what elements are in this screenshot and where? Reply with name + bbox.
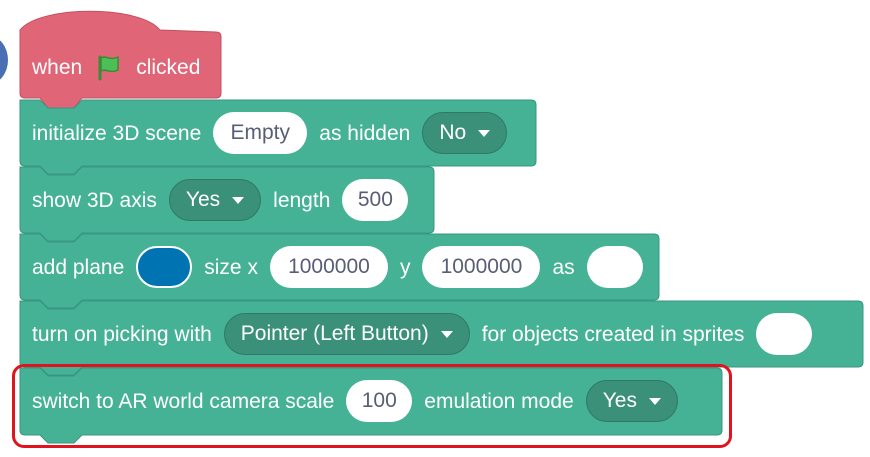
size-x-label: size x	[204, 255, 258, 279]
clicked-label: clicked	[136, 55, 201, 79]
initialize-3d-scene-block[interactable]: initialize 3D scene Empty as hidden No	[32, 112, 519, 154]
init-label: initialize 3D scene	[32, 121, 202, 145]
show-3d-axis-block[interactable]: show 3D axis Yes length 500	[32, 179, 420, 221]
picking-dropdown[interactable]: Pointer (Left Button)	[223, 313, 470, 355]
chevron-down-icon	[478, 129, 491, 137]
y-label: y	[399, 255, 411, 279]
size-x-input[interactable]: 1000000	[269, 246, 388, 288]
as-label: as	[552, 255, 575, 279]
plane-name-input[interactable]	[586, 246, 643, 288]
add-plane-block[interactable]: add plane size x 1000000 y 1000000 as	[32, 246, 655, 288]
axis-label: show 3D axis	[32, 188, 157, 212]
picking-label: turn on picking with	[32, 322, 212, 346]
turn-on-picking-block[interactable]: turn on picking with Pointer (Left Butto…	[32, 313, 824, 355]
hidden-dropdown-value: No	[439, 121, 467, 144]
plane-color-picker[interactable]	[136, 246, 193, 288]
scene-input[interactable]: Empty	[213, 112, 308, 154]
axis-dropdown[interactable]: Yes	[168, 179, 262, 221]
when-label: when	[32, 55, 83, 79]
picking-dropdown-value: Pointer (Left Button)	[240, 322, 429, 345]
highlight-box	[12, 364, 732, 448]
axis-dropdown-value: Yes	[185, 188, 221, 211]
green-flag-icon	[94, 52, 124, 82]
chevron-down-icon	[232, 196, 245, 204]
picking-suffix-label: for objects created in sprites	[481, 322, 745, 346]
length-input[interactable]: 500	[342, 179, 409, 221]
when-flag-clicked-block[interactable]: when clicked	[32, 46, 212, 88]
sprites-input[interactable]	[756, 313, 813, 355]
size-y-input[interactable]: 1000000	[422, 246, 541, 288]
hidden-dropdown[interactable]: No	[422, 112, 508, 154]
length-label: length	[273, 188, 331, 212]
add-plane-label: add plane	[32, 255, 125, 279]
chevron-down-icon	[440, 330, 453, 338]
as-hidden-label: as hidden	[319, 121, 411, 145]
